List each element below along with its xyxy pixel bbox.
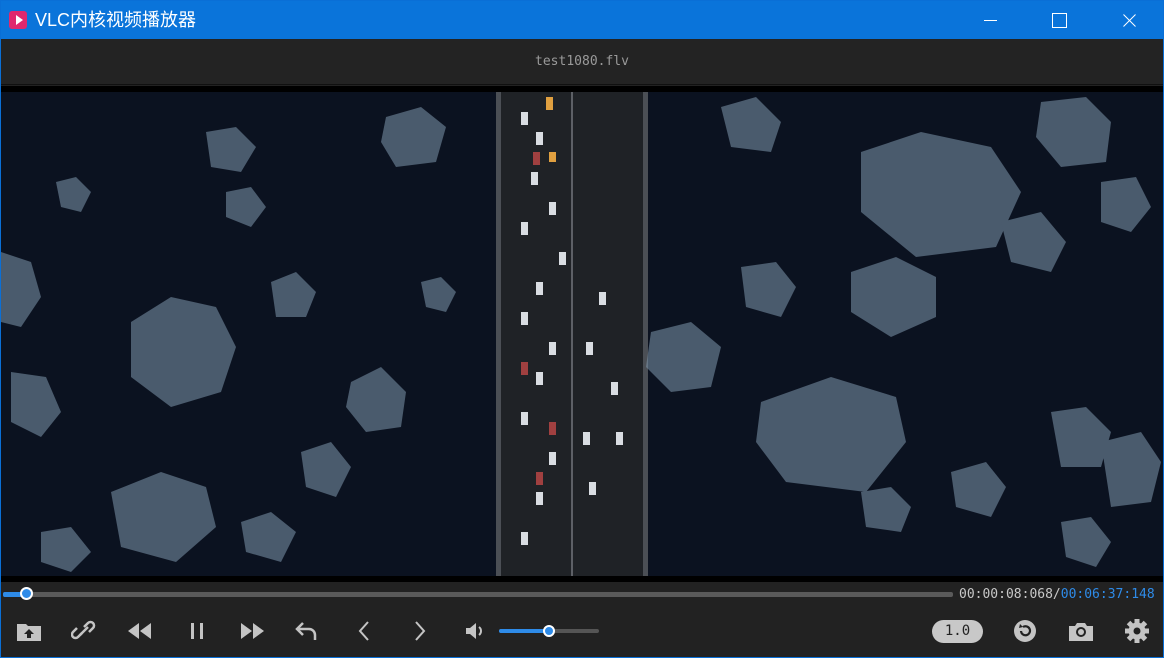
fast-forward-icon xyxy=(241,623,264,639)
playback-speed-button[interactable]: 1.0 xyxy=(932,620,983,643)
previous-icon xyxy=(358,621,369,641)
settings-button[interactable] xyxy=(1120,615,1154,647)
undo-icon xyxy=(295,622,317,640)
maximize-button[interactable] xyxy=(1036,1,1082,39)
settings-icon xyxy=(1125,619,1149,643)
fast-forward-button[interactable] xyxy=(235,615,269,647)
minimize-button[interactable] xyxy=(967,1,1013,39)
open-file-button[interactable] xyxy=(12,615,46,647)
pause-icon xyxy=(191,623,203,639)
rewind-icon xyxy=(128,623,151,639)
volume-icon xyxy=(466,623,482,639)
total-time: 00:06:37:148 xyxy=(1060,587,1155,602)
video-frame[interactable] xyxy=(1,86,1163,582)
file-name-bar: test1080.flv xyxy=(1,39,1163,85)
open-file-icon xyxy=(17,624,41,641)
next-button[interactable] xyxy=(403,615,437,647)
file-name: test1080.flv xyxy=(535,54,629,69)
undo-button[interactable] xyxy=(290,615,324,647)
next-icon xyxy=(415,621,426,641)
current-time: 00:00:08:068 xyxy=(959,587,1053,602)
title-bar[interactable]: VLC内核视频播放器 xyxy=(1,1,1163,39)
camera-icon xyxy=(1069,623,1093,641)
progress-handle[interactable] xyxy=(20,587,33,600)
video-frame-image xyxy=(1,92,1163,576)
reload-icon xyxy=(1014,620,1036,642)
player-window: VLC内核视频播放器 test1080.flv 00:00:08:068/00:… xyxy=(0,0,1164,658)
reload-button[interactable] xyxy=(1008,615,1042,647)
volume-handle[interactable] xyxy=(543,625,555,637)
volume-slider-fill xyxy=(499,629,549,633)
time-display: 00:00:08:068/00:06:37:148 xyxy=(959,587,1155,602)
screenshot-button[interactable] xyxy=(1064,615,1098,647)
previous-button[interactable] xyxy=(347,615,381,647)
pause-button[interactable] xyxy=(180,615,214,647)
link-icon xyxy=(71,620,96,640)
time-separator: / xyxy=(1052,587,1061,602)
window-title: VLC内核视频播放器 xyxy=(35,10,197,30)
close-button[interactable] xyxy=(1106,1,1152,39)
link-button[interactable] xyxy=(67,615,101,647)
volume-button[interactable] xyxy=(459,615,493,647)
rewind-button[interactable] xyxy=(123,615,157,647)
progress-bar[interactable] xyxy=(3,592,953,597)
vlc-app-icon xyxy=(9,11,27,29)
